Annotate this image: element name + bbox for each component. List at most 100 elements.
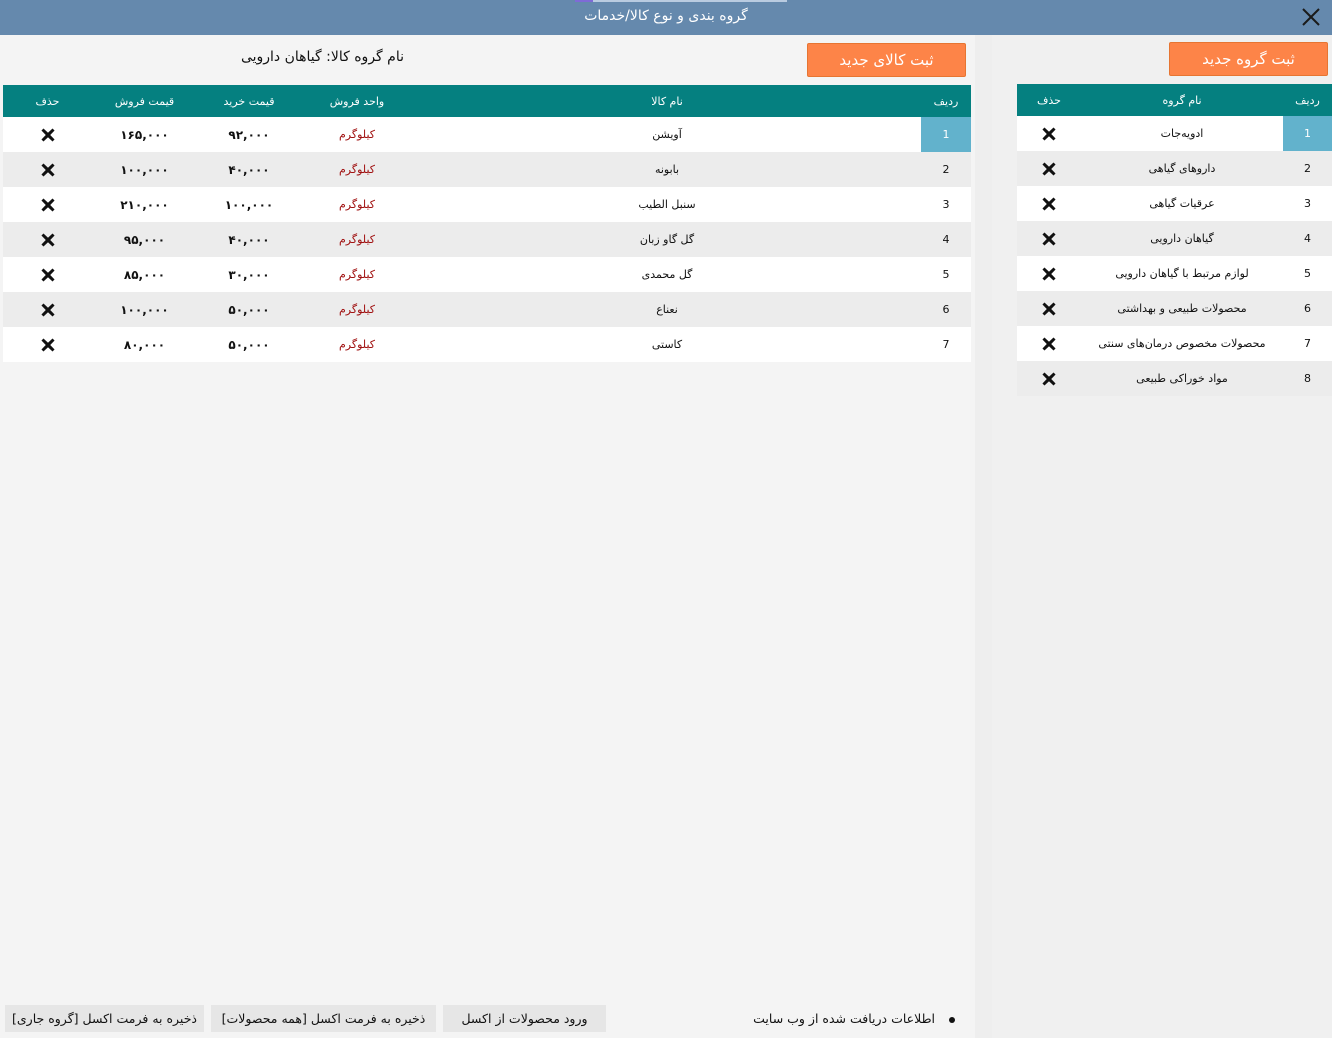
product-row-unit[interactable]: کیلوگرم (301, 327, 413, 362)
delete-x-icon[interactable] (1041, 371, 1057, 387)
product-row-delete[interactable] (3, 257, 92, 292)
product-row-buy-price[interactable]: ۳۰,۰۰۰ (197, 257, 301, 292)
group-row-delete[interactable] (1017, 326, 1081, 361)
delete-x-icon[interactable] (40, 337, 56, 353)
group-row-delete[interactable] (1017, 256, 1081, 291)
group-row[interactable]: 3 عرقیات گیاهی (1017, 186, 1332, 221)
product-row-buy-price[interactable]: ۹۲,۰۰۰ (197, 117, 301, 152)
group-row-number[interactable]: 5 (1283, 256, 1332, 291)
group-row-name[interactable]: داروهای گیاهی (1081, 151, 1283, 186)
product-row-delete[interactable] (3, 327, 92, 362)
new-product-button[interactable]: ثبت کالای جدید (807, 43, 966, 77)
product-row-unit[interactable]: کیلوگرم (301, 117, 413, 152)
group-row-number[interactable]: 2 (1283, 151, 1332, 186)
col-unit[interactable]: واحد فروش (301, 85, 413, 117)
product-row-name[interactable]: آویشن (413, 117, 921, 152)
delete-x-icon[interactable] (1041, 126, 1057, 142)
product-row-number[interactable]: 7 (921, 327, 971, 362)
product-row-name[interactable]: سنبل الطیب (413, 187, 921, 222)
group-row-name[interactable]: محصولات طبیعی و بهداشتی (1081, 291, 1283, 326)
delete-x-icon[interactable] (40, 232, 56, 248)
product-row[interactable]: 3 سنبل الطیب کیلوگرم ۱۰۰,۰۰۰ ۲۱۰,۰۰۰ (3, 187, 971, 222)
product-row-number[interactable]: 5 (921, 257, 971, 292)
col-delete[interactable]: حذف (3, 85, 92, 117)
group-row-delete[interactable] (1017, 361, 1081, 396)
product-row-buy-price[interactable]: ۵۰,۰۰۰ (197, 327, 301, 362)
product-row-name[interactable]: گل محمدی (413, 257, 921, 292)
product-row-unit[interactable]: کیلوگرم (301, 257, 413, 292)
delete-x-icon[interactable] (40, 302, 56, 318)
delete-x-icon[interactable] (40, 267, 56, 283)
group-row-name[interactable]: مواد خوراکی طبیعی (1081, 361, 1283, 396)
product-row-sell-price[interactable]: ۱۶۵,۰۰۰ (92, 117, 197, 152)
group-row-number[interactable]: 3 (1283, 186, 1332, 221)
group-row-delete[interactable] (1017, 151, 1081, 186)
group-row-number[interactable]: 1 (1283, 116, 1332, 151)
product-row-sell-price[interactable]: ۸۵,۰۰۰ (92, 257, 197, 292)
group-row[interactable]: 8 مواد خوراکی طبیعی (1017, 361, 1332, 396)
group-row[interactable]: 2 داروهای گیاهی (1017, 151, 1332, 186)
group-row-name[interactable]: محصولات مخصوص درمان‌های سنتی (1081, 326, 1283, 361)
export-all-excel-button[interactable]: ذخیره به فرمت اکسل [همه محصولات] (211, 1005, 436, 1032)
product-row-name[interactable]: نعناع (413, 292, 921, 327)
product-row-name[interactable]: کاستی (413, 327, 921, 362)
group-row[interactable]: 5 لوازم مرتبط با گیاهان دارویی (1017, 256, 1332, 291)
product-row-delete[interactable] (3, 292, 92, 327)
group-row-delete[interactable] (1017, 116, 1081, 151)
product-row[interactable]: 4 گل گاو زبان کیلوگرم ۴۰,۰۰۰ ۹۵,۰۰۰ (3, 222, 971, 257)
group-row[interactable]: 4 گیاهان دارویی (1017, 221, 1332, 256)
group-row-name[interactable]: لوازم مرتبط با گیاهان دارویی (1081, 256, 1283, 291)
product-row-sell-price[interactable]: ۲۱۰,۰۰۰ (92, 187, 197, 222)
group-row[interactable]: 7 محصولات مخصوص درمان‌های سنتی (1017, 326, 1332, 361)
delete-x-icon[interactable] (1041, 196, 1057, 212)
group-row-delete[interactable] (1017, 291, 1081, 326)
col-group-name[interactable]: نام گروه (1081, 84, 1283, 116)
product-row[interactable]: 2 بابونه کیلوگرم ۴۰,۰۰۰ ۱۰۰,۰۰۰ (3, 152, 971, 187)
product-row-unit[interactable]: کیلوگرم (301, 292, 413, 327)
product-row-name[interactable]: بابونه (413, 152, 921, 187)
product-row-buy-price[interactable]: ۴۰,۰۰۰ (197, 152, 301, 187)
group-row-number[interactable]: 6 (1283, 291, 1332, 326)
export-current-excel-button[interactable]: ذخیره به فرمت اکسل [گروه جاری] (5, 1005, 204, 1032)
group-row-number[interactable]: 7 (1283, 326, 1332, 361)
product-row-buy-price[interactable]: ۴۰,۰۰۰ (197, 222, 301, 257)
close-icon[interactable] (1298, 4, 1324, 30)
product-row[interactable]: 5 گل محمدی کیلوگرم ۳۰,۰۰۰ ۸۵,۰۰۰ (3, 257, 971, 292)
product-row-delete[interactable] (3, 222, 92, 257)
product-row-sell-price[interactable]: ۸۰,۰۰۰ (92, 327, 197, 362)
group-row-name[interactable]: ادویه‌جات (1081, 116, 1283, 151)
product-row-buy-price[interactable]: ۵۰,۰۰۰ (197, 292, 301, 327)
col-delete[interactable]: حذف (1017, 84, 1081, 116)
product-row-delete[interactable] (3, 117, 92, 152)
product-row-number[interactable]: 6 (921, 292, 971, 327)
col-sell-price[interactable]: قیمت فروش (92, 85, 197, 117)
group-row-name[interactable]: گیاهان دارویی (1081, 221, 1283, 256)
product-row-sell-price[interactable]: ۱۰۰,۰۰۰ (92, 152, 197, 187)
product-row-delete[interactable] (3, 187, 92, 222)
product-row-sell-price[interactable]: ۹۵,۰۰۰ (92, 222, 197, 257)
product-row[interactable]: 6 نعناع کیلوگرم ۵۰,۰۰۰ ۱۰۰,۰۰۰ (3, 292, 971, 327)
delete-x-icon[interactable] (1041, 336, 1057, 352)
col-buy-price[interactable]: قیمت خرید (197, 85, 301, 117)
col-product-name[interactable]: نام کالا (413, 85, 921, 117)
delete-x-icon[interactable] (1041, 301, 1057, 317)
product-row-sell-price[interactable]: ۱۰۰,۰۰۰ (92, 292, 197, 327)
delete-x-icon[interactable] (40, 197, 56, 213)
product-row-unit[interactable]: کیلوگرم (301, 152, 413, 187)
group-row-delete[interactable] (1017, 221, 1081, 256)
product-row[interactable]: 1 آویشن کیلوگرم ۹۲,۰۰۰ ۱۶۵,۰۰۰ (3, 117, 971, 152)
delete-x-icon[interactable] (40, 127, 56, 143)
col-row[interactable]: ردیف (1283, 84, 1332, 116)
group-row-number[interactable]: 8 (1283, 361, 1332, 396)
import-excel-button[interactable]: ورود محصولات از اکسل (443, 1005, 606, 1032)
product-row-number[interactable]: 3 (921, 187, 971, 222)
group-row-name[interactable]: عرقیات گیاهی (1081, 186, 1283, 221)
delete-x-icon[interactable] (1041, 266, 1057, 282)
product-row-name[interactable]: گل گاو زبان (413, 222, 921, 257)
delete-x-icon[interactable] (40, 162, 56, 178)
group-row-delete[interactable] (1017, 186, 1081, 221)
new-group-button[interactable]: ثبت گروه جدید (1169, 42, 1328, 76)
product-row-unit[interactable]: کیلوگرم (301, 187, 413, 222)
product-row-delete[interactable] (3, 152, 92, 187)
delete-x-icon[interactable] (1041, 161, 1057, 177)
